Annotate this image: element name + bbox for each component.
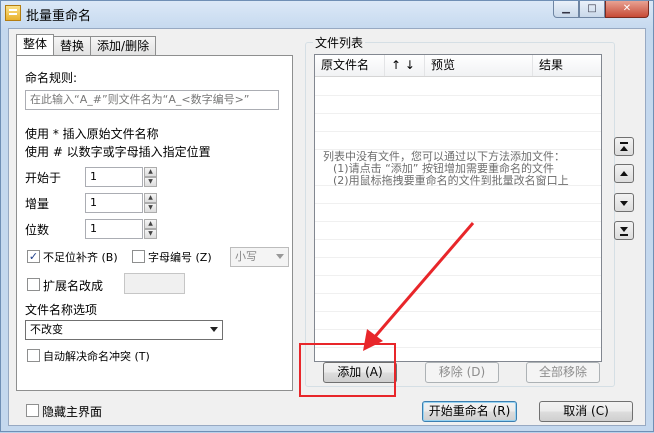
red-arrow-annotation <box>363 222 475 351</box>
tab-overall[interactable]: 整体 <box>16 34 55 55</box>
arrow-shaft <box>371 222 475 340</box>
batch-rename-window: 批量重命名 ▁ □ ✕ 整体 替换 添加/删除 命名规则: 在此输入“A_#”则… <box>0 0 654 432</box>
